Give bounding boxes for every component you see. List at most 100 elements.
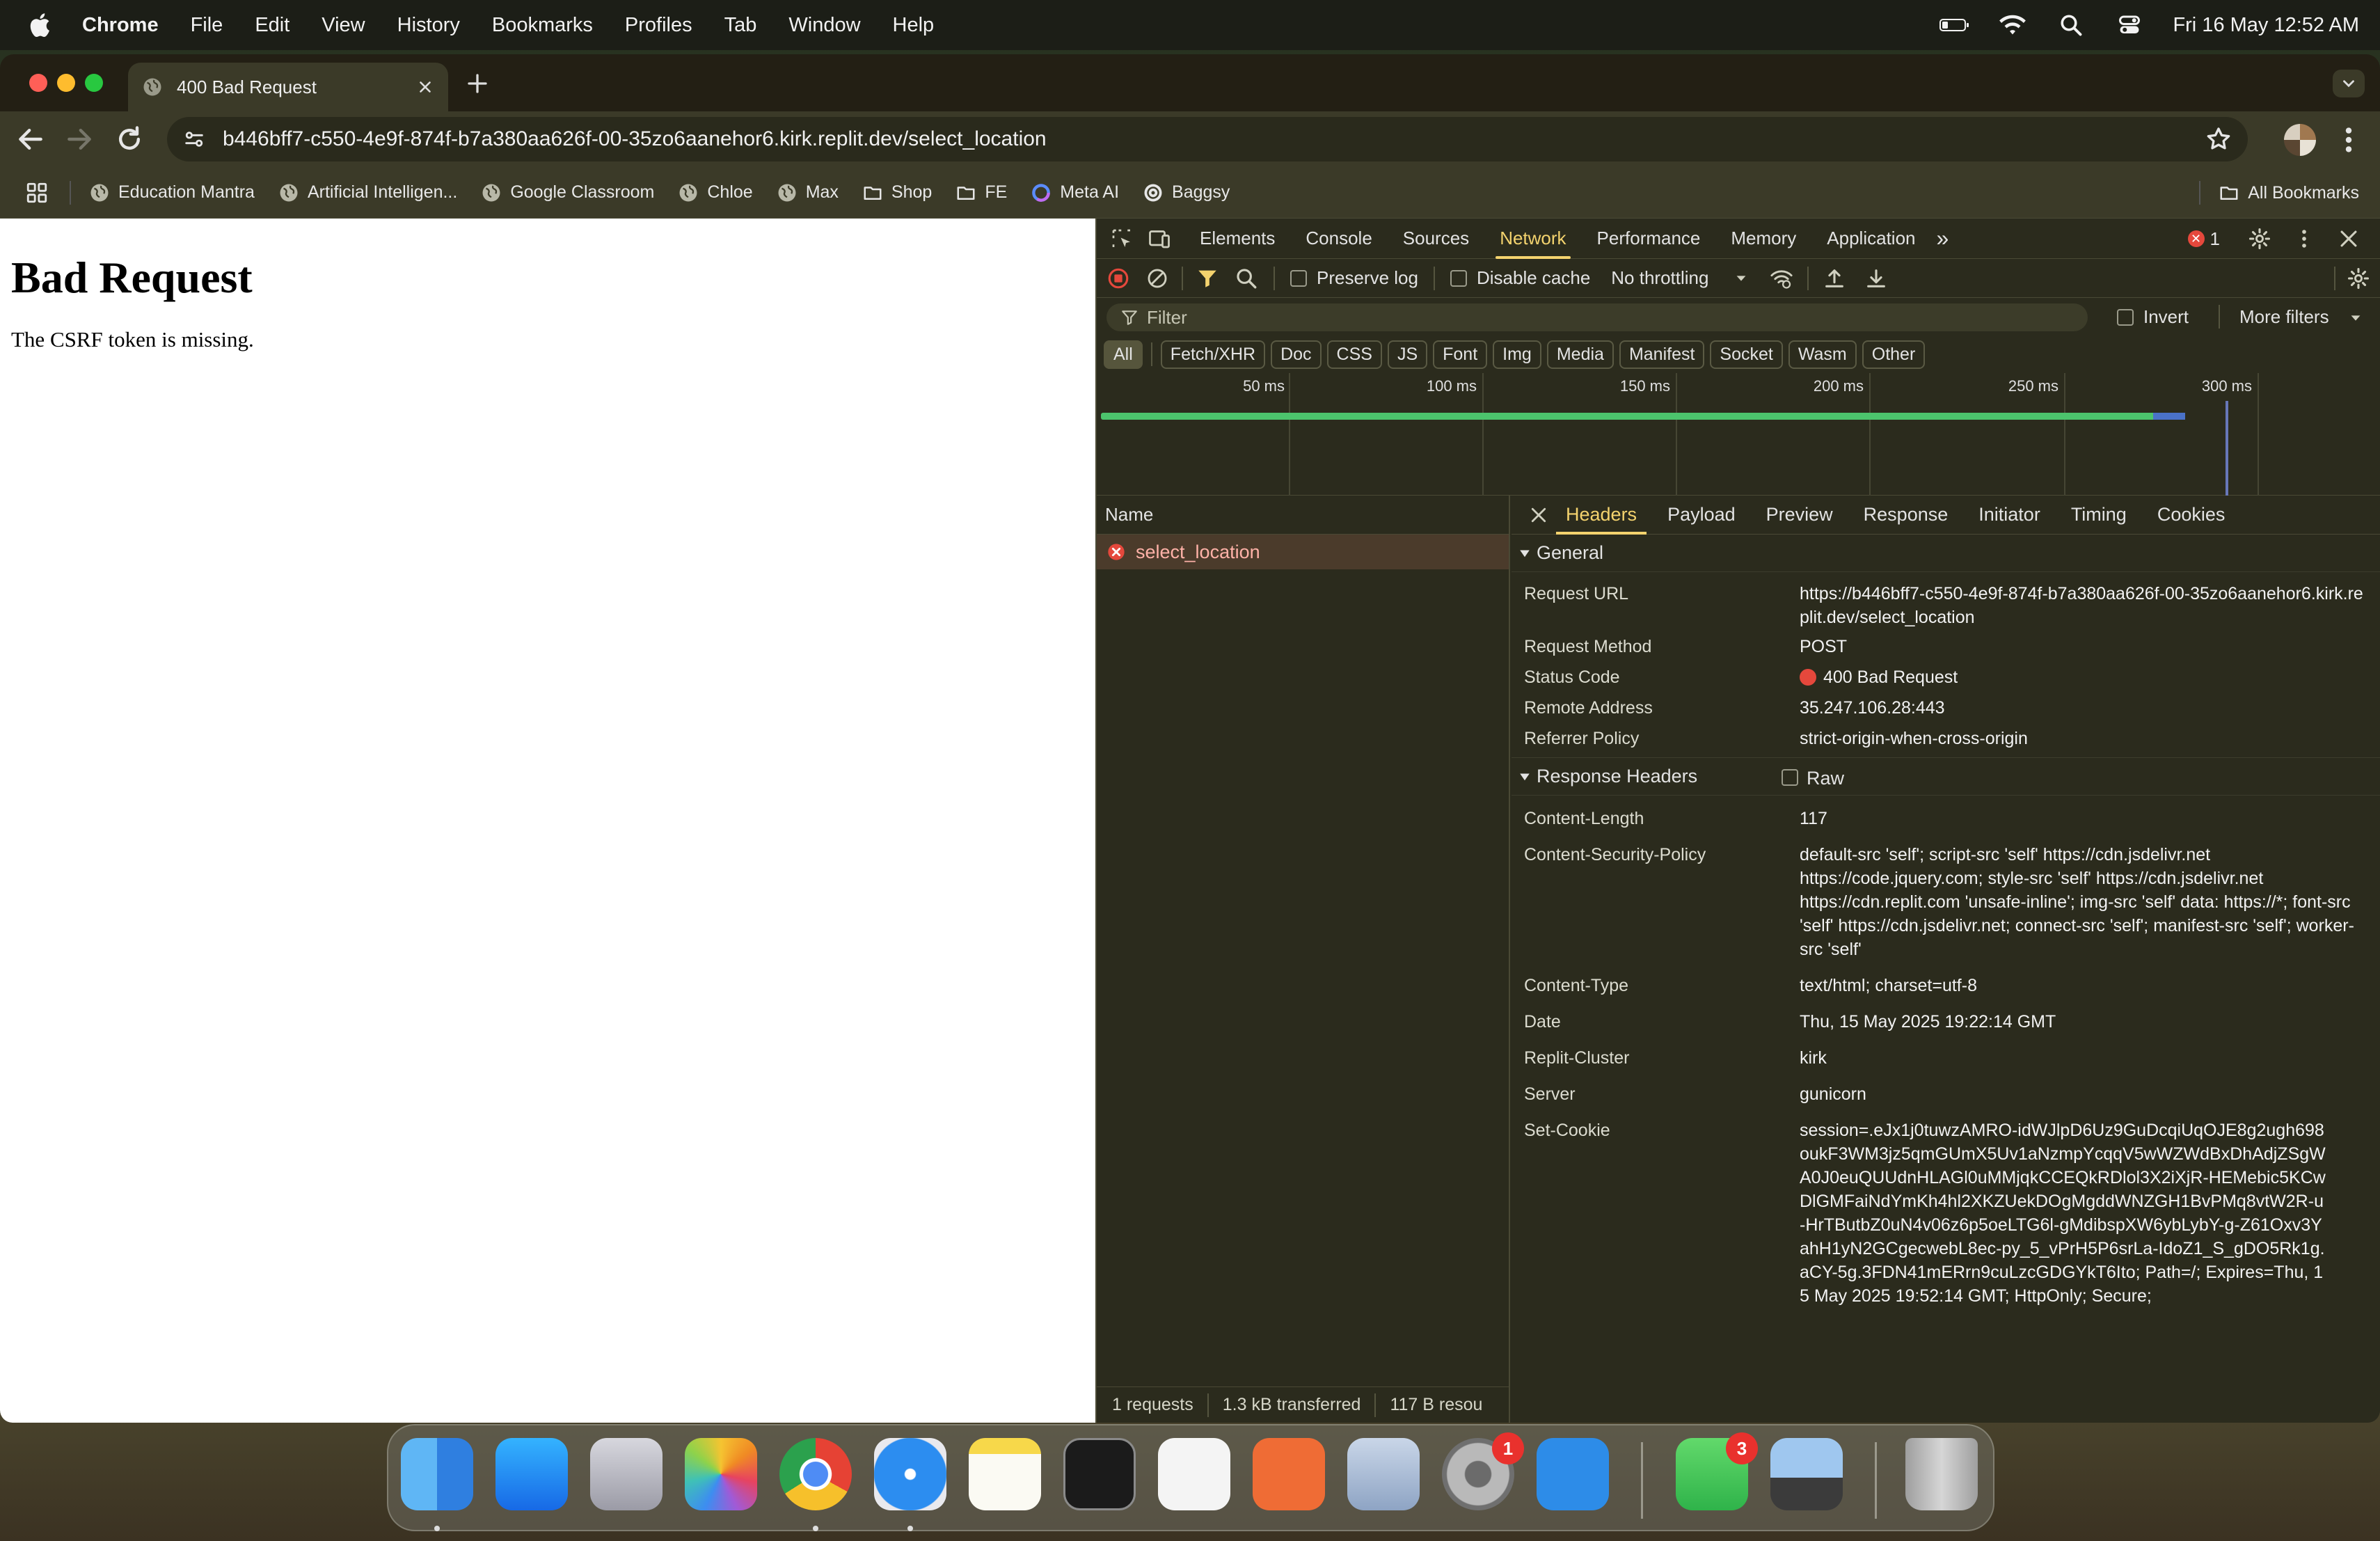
profile-avatar[interactable] <box>2284 124 2316 156</box>
devtools-menu-icon[interactable] <box>2292 227 2316 251</box>
browser-tab-active[interactable]: 400 Bad Request <box>128 63 448 111</box>
bookmark-artificial-intelligence[interactable]: Artificial Intelligen... <box>278 182 457 203</box>
photos-icon[interactable] <box>685 1438 757 1510</box>
type-filter-img[interactable]: Img <box>1493 340 1541 369</box>
terminal-icon[interactable] <box>1063 1438 1136 1510</box>
chrome-menu-icon[interactable] <box>2338 124 2359 156</box>
network-settings-icon[interactable] <box>2347 267 2370 290</box>
bookmark-baggsy[interactable]: Baggsy <box>1143 182 1230 203</box>
menu-window[interactable]: Window <box>788 14 860 37</box>
type-filter-fetch-xhr[interactable]: Fetch/XHR <box>1160 340 1266 369</box>
raw-checkbox[interactable] <box>1782 769 1798 786</box>
control-center-icon[interactable] <box>2114 13 2145 38</box>
menu-profiles[interactable]: Profiles <box>625 14 692 37</box>
filter-funnel-icon[interactable] <box>1196 267 1219 290</box>
devtools-tab-elements[interactable]: Elements <box>1200 228 1275 249</box>
type-filter-css[interactable]: CSS <box>1326 340 1382 369</box>
type-filter-all[interactable]: All <box>1104 340 1143 369</box>
menu-help[interactable]: Help <box>893 14 935 37</box>
inspect-element-icon[interactable] <box>1109 226 1134 251</box>
devtools-tab-application[interactable]: Application <box>1827 228 1915 249</box>
bookmark-meta-ai[interactable]: Meta AI <box>1031 182 1119 203</box>
details-tab-cookies[interactable]: Cookies <box>2157 504 2226 525</box>
column-name-header[interactable]: Name <box>1105 504 1153 525</box>
type-filter-manifest[interactable]: Manifest <box>1619 340 1705 369</box>
devtools-tab-console[interactable]: Console <box>1306 228 1372 249</box>
window-minimize-button[interactable] <box>57 74 75 92</box>
network-conditions-icon[interactable] <box>1770 267 1793 290</box>
bookmark-google-classroom[interactable]: Google Classroom <box>481 182 654 203</box>
launchpad-icon[interactable] <box>590 1438 663 1510</box>
battery-icon[interactable] <box>1939 13 1969 38</box>
bookmark-chloe[interactable]: Chloe <box>678 182 753 203</box>
site-info-icon[interactable] <box>182 127 206 151</box>
details-tab-initiator[interactable]: Initiator <box>1978 504 2040 525</box>
response-headers-section-header[interactable]: Response Headers Raw <box>1512 758 2380 796</box>
postman-icon[interactable] <box>1253 1438 1325 1510</box>
tab-close-icon[interactable] <box>416 78 434 96</box>
clear-log-icon[interactable] <box>1145 267 1169 290</box>
devtools-tab-performance[interactable]: Performance <box>1597 228 1701 249</box>
export-har-icon[interactable] <box>1864 267 1888 290</box>
address-bar[interactable]: b446bff7-c550-4e9f-874f-b7a380aa626f-00-… <box>167 117 2248 161</box>
menu-view[interactable]: View <box>322 14 365 37</box>
details-tab-response[interactable]: Response <box>1864 504 1949 525</box>
type-filter-font[interactable]: Font <box>1433 340 1488 369</box>
devtools-tab-memory[interactable]: Memory <box>1731 228 1796 249</box>
details-tab-payload[interactable]: Payload <box>1667 504 1736 525</box>
more-filters-button[interactable]: More filters <box>2239 306 2329 328</box>
type-filter-js[interactable]: JS <box>1387 340 1428 369</box>
menu-file[interactable]: File <box>191 14 223 37</box>
bookmark-education-mantra[interactable]: Education Mantra <box>89 182 255 203</box>
type-filter-other[interactable]: Other <box>1862 340 1926 369</box>
throttling-select[interactable]: No throttling <box>1611 267 1708 289</box>
caret-down-icon[interactable] <box>2348 310 2363 326</box>
menu-edit[interactable]: Edit <box>255 14 289 37</box>
caret-down-icon[interactable] <box>1734 271 1749 286</box>
all-bookmarks[interactable]: All Bookmarks <box>2199 167 2359 219</box>
menu-app-name[interactable]: Chrome <box>82 14 159 37</box>
details-tab-headers[interactable]: Headers <box>1555 504 1647 535</box>
details-tab-preview[interactable]: Preview <box>1766 504 1833 525</box>
reload-icon[interactable] <box>114 124 145 155</box>
tab-search-button[interactable] <box>2333 70 2365 97</box>
request-list-header[interactable]: Name <box>1097 496 1509 535</box>
details-tab-timing[interactable]: Timing <box>2071 504 2127 525</box>
import-har-icon[interactable] <box>1823 267 1846 290</box>
device-toolbar-icon[interactable] <box>1147 226 1172 251</box>
finder-icon[interactable] <box>401 1438 473 1510</box>
type-filter-socket[interactable]: Socket <box>1710 340 1783 369</box>
record-stop-icon[interactable] <box>1106 267 1130 290</box>
chrome-icon[interactable] <box>779 1438 852 1510</box>
notes-icon[interactable] <box>969 1438 1041 1510</box>
type-filter-wasm[interactable]: Wasm <box>1788 340 1857 369</box>
spotlight-search-icon[interactable] <box>2056 13 2086 38</box>
docker-icon[interactable] <box>1537 1438 1609 1510</box>
general-section-header[interactable]: General <box>1512 535 2380 572</box>
settings-gear-icon[interactable] <box>2248 227 2271 251</box>
error-count-badge[interactable]: ✕ 1 <box>2187 228 2220 250</box>
invert-checkbox[interactable] <box>2117 309 2134 326</box>
safari-icon[interactable] <box>874 1438 946 1510</box>
window-close-button[interactable] <box>29 74 47 92</box>
back-icon[interactable] <box>15 124 46 155</box>
type-filter-doc[interactable]: Doc <box>1271 340 1322 369</box>
address-url[interactable]: b446bff7-c550-4e9f-874f-b7a380aa626f-00-… <box>223 127 2205 151</box>
all-bookmarks-button[interactable]: All Bookmarks <box>2219 182 2359 203</box>
menu-tab[interactable]: Tab <box>724 14 757 37</box>
bookmark-folder-fe[interactable]: FE <box>955 182 1007 203</box>
close-devtools-icon[interactable] <box>2337 227 2361 251</box>
apple-icon[interactable] <box>26 10 56 40</box>
menu-bar-clock[interactable]: Fri 16 May 12:52 AM <box>2173 14 2359 37</box>
trash-icon[interactable] <box>1905 1438 1978 1510</box>
bookmark-folder-shop[interactable]: Shop <box>862 182 932 203</box>
search-icon[interactable] <box>1235 267 1258 290</box>
close-details-icon[interactable] <box>1528 505 1549 525</box>
disable-cache-checkbox[interactable] <box>1450 269 1467 287</box>
apps-grid-icon[interactable] <box>25 181 49 205</box>
devtools-tab-network[interactable]: Network <box>1496 228 1571 259</box>
wifi-icon[interactable] <box>1997 13 2028 38</box>
request-row[interactable]: select_location <box>1097 535 1509 569</box>
more-tabs-button[interactable]: » <box>1937 226 1949 251</box>
network-overview-timeline[interactable]: 50 ms 100 ms 150 ms 200 ms 250 ms 300 ms <box>1097 373 2380 496</box>
